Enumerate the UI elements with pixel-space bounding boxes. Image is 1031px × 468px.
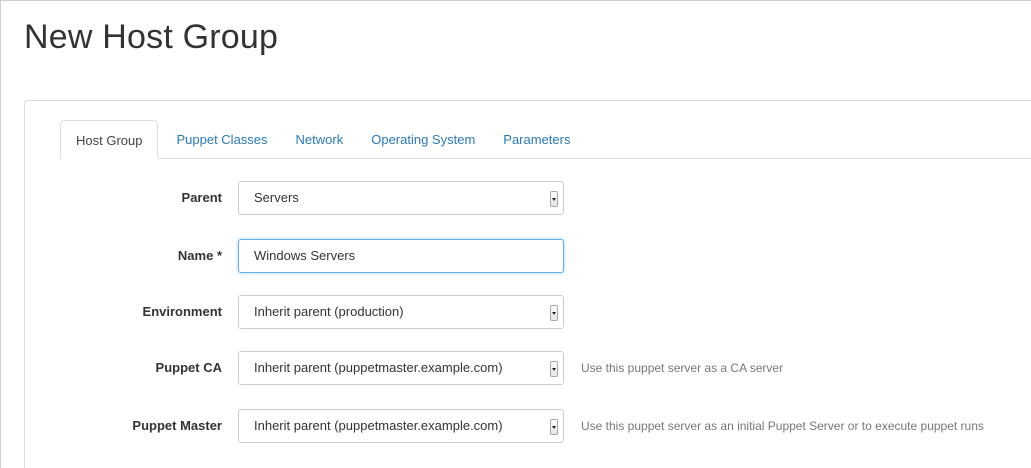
puppet-master-row: Puppet Master Inherit parent (puppetmast…	[60, 409, 1031, 443]
tab-host-group[interactable]: Host Group	[60, 120, 159, 159]
tab-bar: Host Group Puppet Classes Network Operat…	[60, 120, 584, 159]
puppet-master-select-value: Inherit parent (puppetmaster.example.com…	[254, 418, 503, 433]
name-row: Name * Windows Servers	[60, 239, 1031, 273]
select-arrows-icon[interactable]	[550, 191, 558, 207]
select-arrows-icon[interactable]	[550, 361, 558, 377]
select-arrows-icon[interactable]	[550, 419, 558, 435]
name-label: Name *	[177, 248, 222, 263]
tab-puppet-classes[interactable]: Puppet Classes	[162, 120, 281, 159]
puppet-ca-label: Puppet CA	[155, 360, 222, 375]
parent-select[interactable]: Servers	[238, 181, 564, 215]
puppet-ca-select-value: Inherit parent (puppetmaster.example.com…	[254, 360, 503, 375]
puppet-master-select[interactable]: Inherit parent (puppetmaster.example.com…	[238, 409, 564, 443]
puppet-master-label: Puppet Master	[132, 418, 222, 433]
puppet-ca-select[interactable]: Inherit parent (puppetmaster.example.com…	[238, 351, 564, 385]
tab-operating-system[interactable]: Operating System	[357, 120, 489, 159]
name-input-value: Windows Servers	[254, 248, 356, 263]
environment-label: Environment	[142, 304, 222, 319]
puppet-ca-help: Use this puppet server as a CA server	[581, 361, 784, 375]
environment-row: Environment Inherit parent (production)	[60, 295, 1031, 329]
tab-parameters[interactable]: Parameters	[489, 120, 584, 159]
name-input[interactable]: Windows Servers	[238, 239, 564, 273]
parent-row: Parent Servers	[60, 181, 1031, 215]
parent-label: Parent	[181, 190, 222, 205]
select-arrows-icon[interactable]	[550, 305, 558, 321]
page-title: New Host Group	[24, 18, 279, 56]
environment-select[interactable]: Inherit parent (production)	[238, 295, 564, 329]
tab-network[interactable]: Network	[282, 120, 358, 159]
puppet-master-help: Use this puppet server as an initial Pup…	[581, 419, 984, 433]
environment-select-value: Inherit parent (production)	[254, 304, 404, 319]
puppet-ca-row: Puppet CA Inherit parent (puppetmaster.e…	[60, 351, 1031, 385]
parent-select-value: Servers	[254, 190, 299, 205]
